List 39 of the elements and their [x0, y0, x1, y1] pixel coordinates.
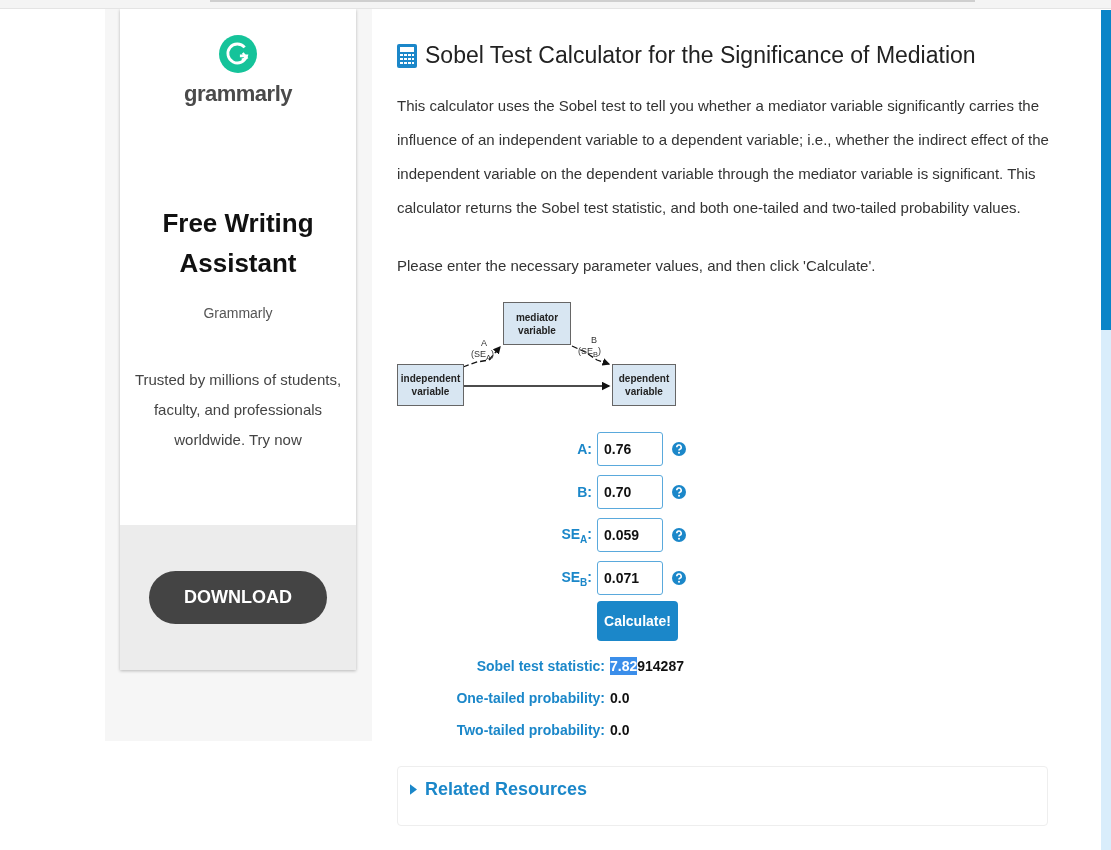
help-icon[interactable]	[672, 442, 686, 456]
result-label: Two-tailed probability:	[455, 722, 605, 738]
field-label: SE$_{B}$:	[560, 568, 592, 588]
scrollbar-thumb[interactable]	[1101, 10, 1111, 330]
input-field[interactable]: 0.70	[597, 475, 663, 509]
instruction-text: Please enter the necessary parameter values, and then click 'Calculate'.	[397, 257, 877, 274]
help-icon[interactable]	[672, 528, 686, 542]
download-button[interactable]: DOWNLOAD	[149, 571, 327, 624]
field-label: SE$_{A}$:	[560, 525, 592, 545]
input-field[interactable]: 0.76	[597, 432, 663, 466]
path-label: B	[591, 335, 597, 345]
related-resources-toggle[interactable]: Related Resources	[410, 779, 588, 800]
input-field[interactable]: 0.071	[597, 561, 663, 595]
calculate-button[interactable]: Calculate!	[597, 601, 678, 641]
page-title: Sobel Test Calculator for the Significance of Mediation	[425, 42, 976, 69]
logo-icon	[219, 35, 257, 73]
result-label: One-tailed probability:	[455, 690, 605, 706]
arrow	[462, 346, 501, 368]
help-icon[interactable]	[672, 485, 686, 499]
scrollbar[interactable]	[1101, 10, 1111, 850]
input-field[interactable]: 0.059	[597, 518, 663, 552]
mediator-box: mediator variable	[503, 302, 571, 345]
path-label: (SE$_{B}$)	[578, 346, 602, 360]
arrow	[571, 345, 611, 366]
intro-paragraph: This calculator uses the Sobel test to tell you whether a mediator variable significantly carries the influence of an independent variable to a dependent variable; i.e., whether the indirect effect of the independent variable on the dependent variable through the mediator variable is significant. This calculator returns the Sobel test statistic, and both one-tailed and two-tailed probability values.	[397, 96, 1050, 218]
independent-box: independent variable	[397, 364, 464, 406]
ad-description: Trusted by millions of students, faculty, and professionals worldwide. Try now	[133, 370, 343, 450]
result-label: Sobel test statistic:	[475, 658, 605, 674]
caret-icon	[410, 784, 417, 795]
field-label: A:	[576, 441, 592, 457]
path-label: (SE$_{A}$)	[471, 349, 495, 363]
ad-headline: Free Writing Assistant	[161, 207, 315, 280]
field-label: B:	[576, 484, 592, 500]
brand-name: grammarly	[184, 81, 292, 107]
help-icon[interactable]	[672, 571, 686, 585]
path-label: A	[481, 338, 487, 348]
advertiser-name: Grammarly	[203, 305, 273, 321]
dependent-box: dependent variable	[612, 364, 676, 406]
calculator-icon	[397, 43, 417, 68]
